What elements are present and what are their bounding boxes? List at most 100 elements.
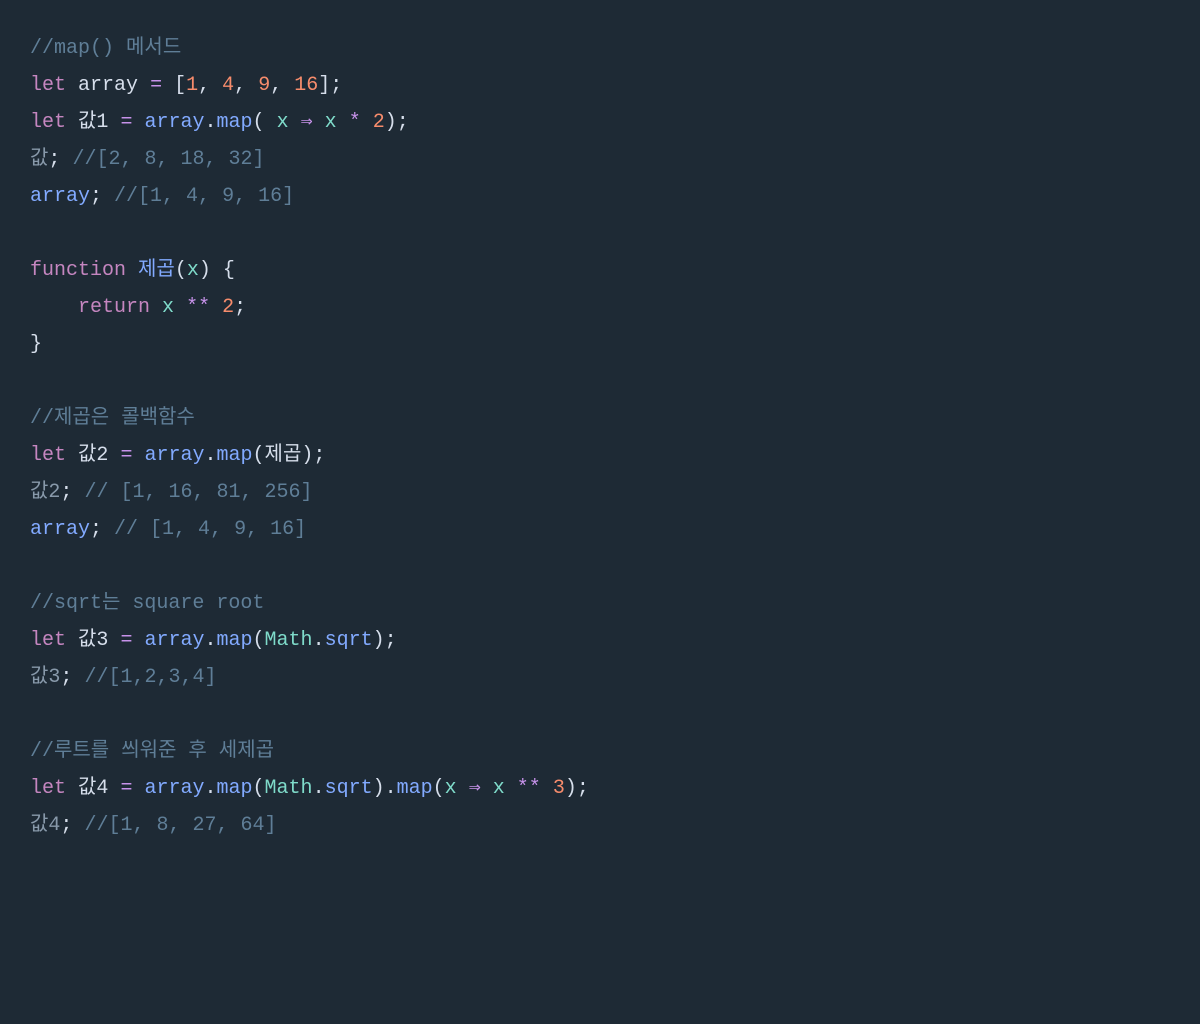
semicolon: ; [397, 111, 409, 134]
param-x: x [325, 111, 337, 134]
param-x: x [277, 111, 289, 134]
paren-open: ( [253, 111, 265, 134]
paren-open: ( [175, 259, 187, 282]
comment-result: //[1,2,3,4] [84, 666, 216, 689]
class-math: Math [265, 629, 313, 652]
variable-val2: 값2 [78, 444, 108, 467]
semicolon: ; [60, 814, 72, 837]
bracket-open: [ [174, 74, 186, 97]
variable-array-ref: array [30, 518, 90, 541]
variable-val: 값 [30, 148, 48, 171]
operator-power: ** [517, 777, 541, 800]
brace-close: } [30, 333, 42, 356]
semicolon: ; [48, 148, 60, 171]
semicolon: ; [330, 74, 342, 97]
paren-open: ( [253, 777, 265, 800]
paren-close: ) [373, 629, 385, 652]
operator-multiply: * [349, 111, 361, 134]
variable-val4-ref: 값4 [30, 814, 60, 837]
method-map: map [217, 111, 253, 134]
comma: , [234, 74, 246, 97]
variable-array: array [78, 74, 138, 97]
variable-array-ref: array [144, 629, 204, 652]
semicolon: ; [577, 777, 589, 800]
number-literal: 2 [222, 296, 234, 319]
paren-open: ( [253, 629, 265, 652]
keyword-let: let [30, 111, 66, 134]
semicolon: ; [313, 444, 325, 467]
operator-equals: = [150, 74, 162, 97]
variable-val3-ref: 값3 [30, 666, 60, 689]
param-x: x [493, 777, 505, 800]
keyword-let: let [30, 74, 66, 97]
paren-close: ) [301, 444, 313, 467]
variable-val1: 값1 [78, 111, 108, 134]
code-editor[interactable]: //map() 메서드 let array = [1, 4, 9, 16]; l… [30, 30, 1170, 844]
number-literal: 2 [373, 111, 385, 134]
paren-close: ) [373, 777, 385, 800]
param-x: x [445, 777, 457, 800]
comment-result: // [1, 4, 9, 16] [114, 518, 306, 541]
variable-array-ref: array [144, 444, 204, 467]
comment-result: //[2, 8, 18, 32] [72, 148, 264, 171]
comment-result: //[1, 4, 9, 16] [114, 185, 294, 208]
comment-line: //map() 메서드 [30, 37, 181, 60]
paren-open: ( [433, 777, 445, 800]
number-literal: 3 [553, 777, 565, 800]
bracket-close: ] [318, 74, 330, 97]
arrow-operator: ⇒ [301, 111, 313, 134]
variable-val2-ref: 값2 [30, 481, 60, 504]
keyword-let: let [30, 629, 66, 652]
class-math: Math [265, 777, 313, 800]
comment-line: //제곱은 콜백함수 [30, 407, 195, 430]
variable-val3: 값3 [78, 629, 108, 652]
semicolon: ; [234, 296, 246, 319]
paren-close: ) [199, 259, 211, 282]
keyword-let: let [30, 444, 66, 467]
operator-equals: = [120, 777, 132, 800]
semicolon: ; [385, 629, 397, 652]
comment-result: //[1, 8, 27, 64] [84, 814, 276, 837]
param-x: x [162, 296, 174, 319]
method-map: map [217, 777, 253, 800]
keyword-function: function [30, 259, 126, 282]
dot: . [205, 777, 217, 800]
comment-line: //루트를 씌워준 후 세제곱 [30, 740, 274, 763]
variable-array-ref: array [144, 777, 204, 800]
paren-close: ) [565, 777, 577, 800]
paren-close: ) [385, 111, 397, 134]
function-name-square: 제곱 [138, 259, 175, 282]
method-map: map [217, 444, 253, 467]
method-sqrt: sqrt [325, 629, 373, 652]
number-literal: 16 [294, 74, 318, 97]
dot: . [313, 629, 325, 652]
number-literal: 4 [222, 74, 234, 97]
operator-equals: = [120, 111, 132, 134]
number-literal: 1 [186, 74, 198, 97]
comma: , [270, 74, 282, 97]
callback-square: 제곱 [265, 444, 302, 467]
arrow-operator: ⇒ [469, 777, 481, 800]
variable-array-ref: array [144, 111, 204, 134]
method-sqrt: sqrt [325, 777, 373, 800]
dot: . [205, 444, 217, 467]
keyword-return: return [78, 296, 150, 319]
dot: . [313, 777, 325, 800]
variable-array-ref: array [30, 185, 90, 208]
comment-line: //sqrt는 square root [30, 592, 264, 615]
semicolon: ; [90, 518, 102, 541]
semicolon: ; [60, 666, 72, 689]
paren-open: ( [253, 444, 265, 467]
operator-equals: = [120, 444, 132, 467]
comment-result: // [1, 16, 81, 256] [84, 481, 312, 504]
number-literal: 9 [258, 74, 270, 97]
semicolon: ; [60, 481, 72, 504]
dot: . [205, 629, 217, 652]
operator-power: ** [186, 296, 210, 319]
dot: . [205, 111, 217, 134]
operator-equals: = [120, 629, 132, 652]
method-map: map [217, 629, 253, 652]
variable-val4: 값4 [78, 777, 108, 800]
semicolon: ; [90, 185, 102, 208]
brace-open: { [223, 259, 235, 282]
